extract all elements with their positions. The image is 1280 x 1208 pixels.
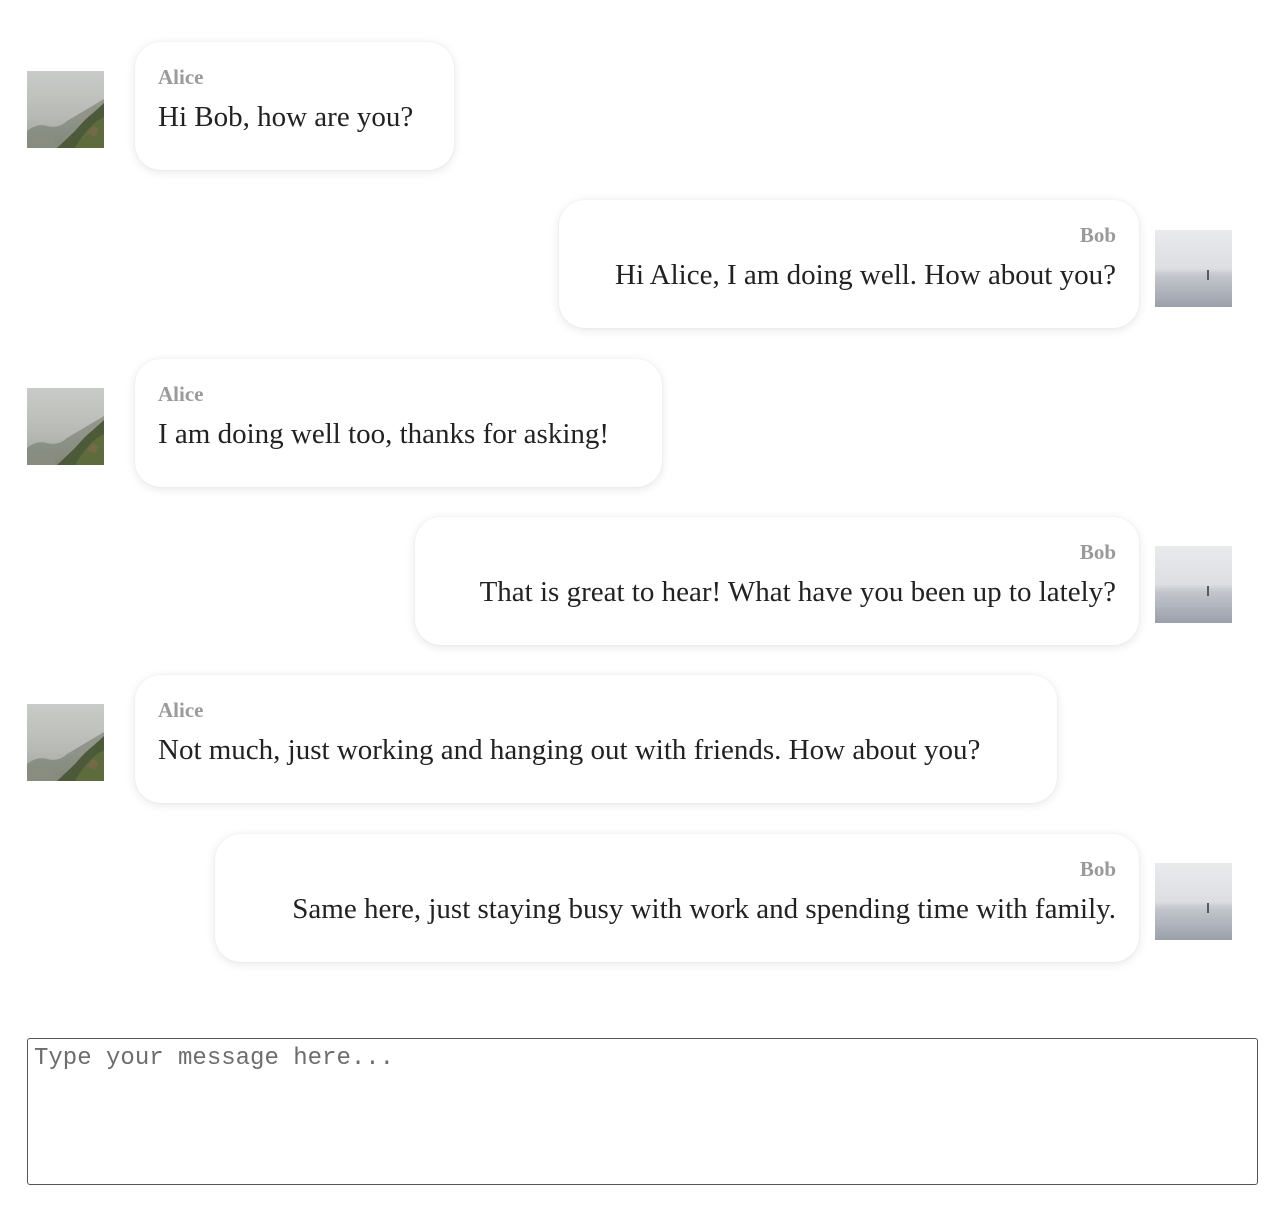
avatar-bob (1155, 546, 1232, 623)
avatar-alice (27, 71, 104, 148)
message-row: Bob Hi Alice, I am doing well. How about… (0, 200, 1280, 328)
message-sender: Alice (158, 65, 204, 89)
mountain-fog-photo-icon (27, 704, 104, 781)
message-bubble: Alice Not much, just working and hanging… (135, 675, 1057, 803)
sea-horizon-photo-icon (1155, 546, 1232, 623)
mountain-fog-photo-icon (27, 388, 104, 465)
message-bubble: Alice I am doing well too, thanks for as… (135, 359, 662, 487)
message-input[interactable] (27, 1038, 1258, 1185)
message-text: Hi Bob, how are you? (158, 101, 414, 133)
message-bubble: Bob That is great to hear! What have you… (415, 517, 1139, 645)
message-bubble: Bob Same here, just staying busy with wo… (215, 834, 1139, 962)
message-row: Alice I am doing well too, thanks for as… (0, 359, 1280, 487)
message-row: Bob Same here, just staying busy with wo… (0, 834, 1280, 962)
avatar-bob (1155, 230, 1232, 307)
message-sender: Bob (1079, 540, 1116, 564)
message-bubble: Alice Hi Bob, how are you? (135, 42, 454, 170)
message-text: Same here, just staying busy with work a… (292, 893, 1116, 925)
message-text: I am doing well too, thanks for asking! (158, 418, 610, 450)
message-text: That is great to hear! What have you bee… (479, 576, 1116, 608)
message-bubble: Bob Hi Alice, I am doing well. How about… (559, 200, 1139, 328)
mountain-fog-photo-icon (27, 71, 104, 148)
message-sender: Bob (1079, 857, 1116, 881)
message-row: Bob That is great to hear! What have you… (0, 517, 1280, 645)
avatar-alice (27, 704, 104, 781)
sea-horizon-photo-icon (1155, 230, 1232, 307)
avatar-alice (27, 388, 104, 465)
message-sender: Alice (158, 382, 204, 406)
message-text: Hi Alice, I am doing well. How about you… (615, 259, 1116, 291)
message-sender: Alice (158, 698, 204, 722)
message-row: Alice Hi Bob, how are you? (0, 42, 1280, 170)
message-sender: Bob (1079, 223, 1116, 247)
sea-horizon-photo-icon (1155, 863, 1232, 940)
avatar-bob (1155, 863, 1232, 940)
message-row: Alice Not much, just working and hanging… (0, 675, 1280, 803)
message-text: Not much, just working and hanging out w… (158, 734, 981, 766)
